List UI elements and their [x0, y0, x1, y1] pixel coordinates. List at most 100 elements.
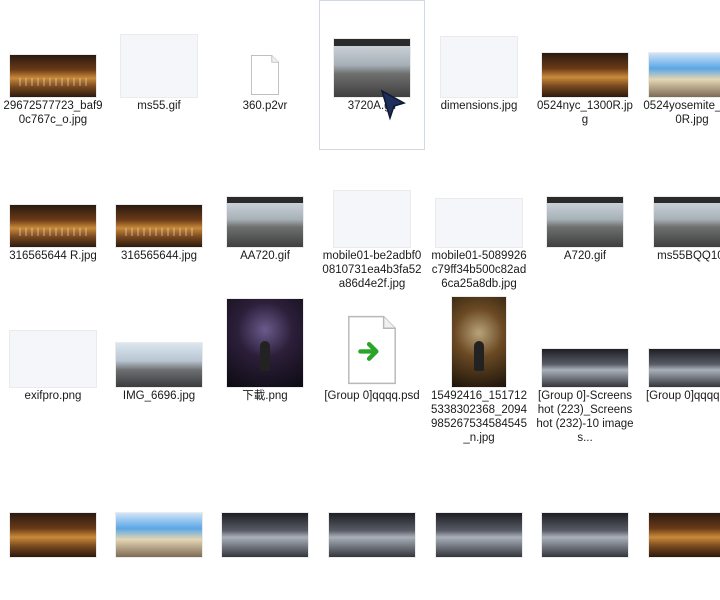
file-name-label: IMG_6696.jpg: [122, 390, 196, 402]
file-name-label: 360.p2vr: [242, 100, 288, 112]
file-item[interactable]: dimensions.jpg: [426, 0, 532, 150]
file-item[interactable]: 0524yosemite_1300R.jpg: [639, 0, 720, 150]
file-item[interactable]: mobile01-be2adbf00810731ea4b3fa52a86d4e2…: [319, 150, 425, 300]
street-view-thumbnail: [547, 197, 623, 247]
file-item[interactable]: [0, 450, 106, 600]
file-name-label: mobile01-5089926c79ff34b500c82ad6ca25a8d…: [431, 250, 527, 290]
file-item[interactable]: mobile01-5089926c79ff34b500c82ad6ca25a8d…: [426, 150, 532, 300]
file-name-label: [Group 0]-Screenshot (223)_Screenshot (2…: [536, 390, 634, 444]
panorama-thumbnail: [542, 513, 628, 557]
thumbnail-frame: [213, 461, 317, 557]
file-item[interactable]: 316565644 R.jpg: [0, 150, 106, 300]
panorama-thumbnail: [329, 513, 415, 557]
thumbnail-frame: [1, 1, 105, 97]
file-name-label: A720.gif: [563, 250, 607, 262]
file-item[interactable]: AA720.gif: [212, 150, 318, 300]
file-item[interactable]: ms55.gif: [106, 0, 212, 150]
thumbnail-frame: [213, 1, 317, 97]
panorama-thumbnail: [10, 513, 96, 557]
panorama-thumbnail: [542, 349, 628, 387]
thumbnail-frame: [427, 151, 531, 247]
dialog-screenshot-thumbnail: [10, 331, 96, 387]
file-item[interactable]: A720.gif: [532, 150, 638, 300]
thumbnail-frame: [533, 1, 637, 97]
file-name-label: [Group 0]qqqq.psd: [324, 390, 420, 402]
file-item[interactable]: [532, 450, 638, 600]
file-name-label: ms55.gif: [137, 100, 181, 112]
thumbnail-frame: [427, 461, 531, 557]
psd-document-icon: [348, 315, 396, 385]
file-name-label: dimensions.jpg: [440, 100, 518, 112]
panorama-thumbnail: [649, 349, 720, 387]
file-name-label: AA720.gif: [240, 250, 290, 262]
panorama-thumbnail: [116, 513, 202, 557]
thumbnail-frame: [533, 461, 637, 557]
panorama-thumbnail: [222, 513, 308, 557]
thumbnail-frame: [640, 151, 720, 247]
mouse-cursor-icon: [380, 89, 406, 121]
file-item[interactable]: [Group 0]qqqq.psd: [319, 290, 425, 440]
person-silhouette: [474, 340, 484, 371]
thumbnail-frame: [533, 291, 637, 387]
file-item[interactable]: 下載.png: [212, 290, 318, 440]
file-name-label: 3720A.gif: [347, 100, 397, 112]
file-name-label: ms55BQQ10f: [657, 250, 720, 262]
thumbnail-frame: [320, 461, 424, 557]
file-name-label: 0524yosemite_1300R.jpg: [643, 100, 720, 126]
file-item[interactable]: [426, 450, 532, 600]
thumbnail-frame: [1, 291, 105, 387]
panorama-thumbnail: [10, 55, 96, 97]
panorama-thumbnail: [116, 205, 202, 247]
thumbnail-frame: [1, 151, 105, 247]
file-item[interactable]: 316565644.jpg: [106, 150, 212, 300]
thumbnail-frame: [107, 151, 211, 247]
thumbnail-frame: [213, 291, 317, 387]
thumbnail-frame: [320, 291, 424, 387]
file-name-label: 0524nyc_1300R.jpg: [537, 100, 633, 126]
file-item[interactable]: [106, 450, 212, 600]
street-view-thumbnail: [227, 197, 303, 247]
thumbnail-frame: [213, 151, 317, 247]
file-item[interactable]: [319, 450, 425, 600]
screenshot-thumbnail: [334, 191, 410, 247]
thumbnail-frame: [533, 151, 637, 247]
panorama-thumbnail: [649, 513, 720, 557]
panorama-thumbnail: [10, 205, 96, 247]
file-item[interactable]: [212, 450, 318, 600]
file-item[interactable]: exifpro.png: [0, 290, 106, 440]
file-name-label: 316565644 R.jpg: [9, 250, 97, 262]
thumbnail-frame: [640, 461, 720, 557]
file-name-label: exifpro.png: [24, 390, 82, 402]
file-item[interactable]: [Group 0]-Screenshot (223)_Screenshot (2…: [532, 290, 638, 444]
thumbnail-frame: [320, 151, 424, 247]
thumbnail-frame: [427, 291, 531, 387]
file-item[interactable]: IMG_6696.jpg: [106, 290, 212, 440]
file-item[interactable]: 29672577723_baf90c767c_o.jpg: [0, 0, 106, 150]
thumbnail-frame: [427, 1, 531, 97]
menu-screenshot-thumbnail: [441, 37, 517, 97]
thumbnail-frame: [640, 291, 720, 387]
panorama-thumbnail: [649, 53, 720, 97]
file-name-label: mobile01-be2adbf00810731ea4b3fa52a86d4e2…: [322, 250, 422, 290]
file-name-label: [Group 0]qqqq.jpg: [645, 390, 720, 402]
file-item[interactable]: ms55BQQ10f: [639, 150, 720, 300]
street-view-thumbnail: [654, 197, 720, 247]
file-item[interactable]: 360.p2vr: [212, 0, 318, 150]
file-item[interactable]: 15492416_1517125338302368_20949852675345…: [426, 290, 532, 444]
file-grid: 29672577723_baf90c767c_o.jpg ms55.gif 360.…: [0, 0, 720, 557]
night-photo-thumbnail: [452, 297, 506, 387]
file-item[interactable]: [Group 0]qqqq.jpg: [639, 290, 720, 440]
file-name-label: 15492416_1517125338302368_20949852675345…: [431, 390, 527, 444]
person-silhouette: [260, 341, 270, 372]
thumbnail-frame: [107, 291, 211, 387]
file-item[interactable]: 0524nyc_1300R.jpg: [532, 0, 638, 150]
file-item[interactable]: 3720A.gif: [319, 0, 425, 150]
file-name-label: 下載.png: [242, 390, 288, 402]
thumbnail-frame: [107, 461, 211, 557]
file-item[interactable]: [639, 450, 720, 600]
panorama-thumbnail: [436, 513, 522, 557]
panorama-thumbnail: [542, 53, 628, 97]
blank-file-icon: [248, 53, 282, 97]
night-photo-thumbnail: [227, 299, 303, 387]
file-name-label: 316565644.jpg: [120, 250, 198, 262]
